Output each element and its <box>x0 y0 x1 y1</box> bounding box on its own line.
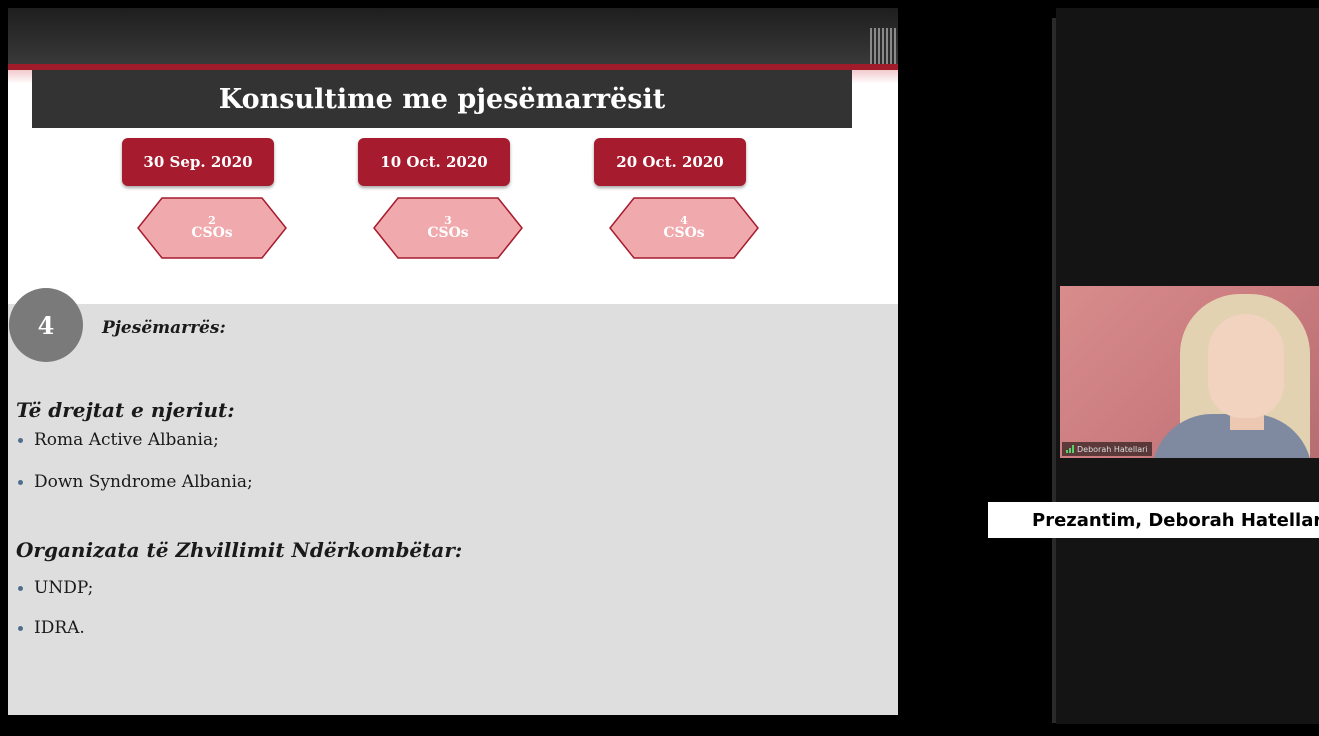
list-item: Down Syndrome Albania; <box>16 472 253 492</box>
list-item-text: Roma Active Albania; <box>34 430 219 450</box>
cso-count-hexagon-2: 3 CSOs <box>372 196 524 260</box>
bullet-icon <box>18 625 23 631</box>
presentation-slide: Konsultime me pjesëmarrësit 30 Sep. 2020… <box>8 8 898 715</box>
list-item-text: UNDP; <box>34 578 94 598</box>
list-item: IDRA. <box>16 618 85 638</box>
date-box-1: 30 Sep. 2020 <box>122 138 274 186</box>
participants-label: Pjesëmarrës: <box>102 318 226 338</box>
bullet-icon <box>18 585 23 591</box>
list-item: Roma Active Albania; <box>16 430 219 450</box>
participant-name-tag: Deborah Hatellari <box>1062 442 1152 456</box>
cso-count-hexagon-3: 4 CSOs <box>608 196 760 260</box>
signal-strength-icon <box>1066 445 1074 453</box>
cso-unit: CSOs <box>663 225 705 242</box>
section-heading-development-orgs: Organizata të Zhvillimit Ndërkombëtar: <box>16 538 463 562</box>
bullet-icon <box>18 437 23 443</box>
slide-decoration-stripes <box>870 28 896 66</box>
slide-top-bar <box>8 8 898 66</box>
video-person-face <box>1208 314 1284 418</box>
cso-unit: CSOs <box>427 225 469 242</box>
list-item-text: IDRA. <box>34 618 85 638</box>
participants-panel <box>8 304 898 715</box>
participant-count-circle: 4 <box>9 288 83 362</box>
cso-unit: CSOs <box>191 225 233 242</box>
caption-bar: Prezantim, Deborah Hatellari <box>988 502 1319 538</box>
section-heading-human-rights: Të drejtat e njeriut: <box>16 398 235 422</box>
participant-name: Deborah Hatellari <box>1077 444 1148 454</box>
list-item: UNDP; <box>16 578 93 598</box>
cso-count-hexagon-1: 2 CSOs <box>136 196 288 260</box>
date-box-2: 10 Oct. 2020 <box>358 138 510 186</box>
slide-title: Konsultime me pjesëmarrësit <box>32 70 852 128</box>
participant-video-tile[interactable]: Deborah Hatellari <box>1060 286 1319 458</box>
date-box-3: 20 Oct. 2020 <box>594 138 746 186</box>
bullet-icon <box>18 479 23 485</box>
list-item-text: Down Syndrome Albania; <box>34 472 253 492</box>
